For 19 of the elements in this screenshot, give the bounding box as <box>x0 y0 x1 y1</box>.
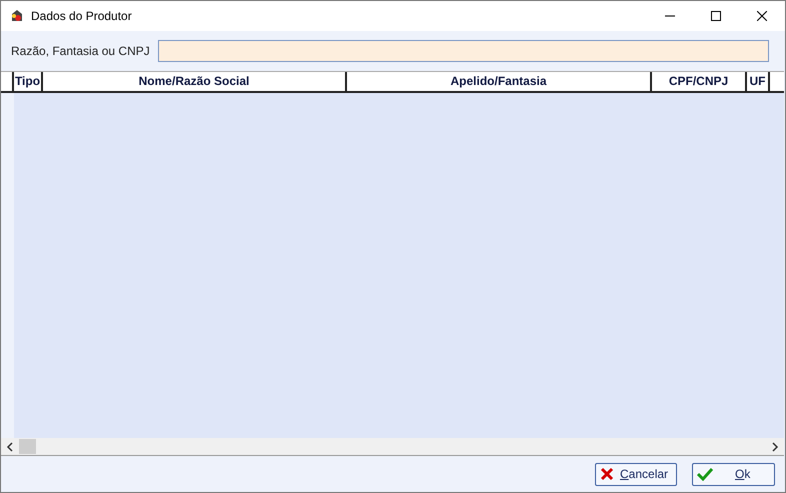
scroll-thumb[interactable] <box>19 439 36 454</box>
maximize-icon <box>711 11 721 21</box>
cancel-button[interactable]: Cancelar <box>595 462 677 486</box>
ok-button[interactable]: Ok <box>692 462 775 486</box>
scroll-right-icon[interactable] <box>771 442 779 452</box>
column-header[interactable]: Tipo <box>14 72 43 91</box>
column-header[interactable]: UF <box>747 72 770 91</box>
close-icon <box>757 11 767 21</box>
column-header[interactable]: Apelido/Fantasia <box>347 72 652 91</box>
search-field[interactable] <box>158 40 769 62</box>
window-title: Dados do Produtor <box>31 9 133 23</box>
column-header[interactable]: Nome/Razão Social <box>43 72 347 91</box>
scroll-left-icon[interactable] <box>6 442 14 452</box>
checkmark-icon <box>697 467 713 481</box>
app-icon <box>9 8 25 24</box>
horizontal-scrollbar[interactable] <box>1 438 784 456</box>
cross-icon <box>600 467 614 481</box>
column-header[interactable]: CPF/CNPJ <box>652 72 747 91</box>
search-label: Razão, Fantasia ou CNPJ <box>11 44 150 58</box>
